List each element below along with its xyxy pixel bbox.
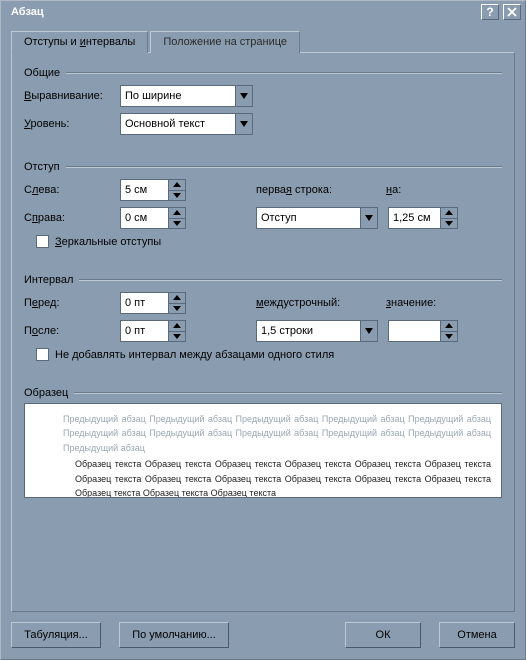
- checkbox-box: [36, 235, 49, 248]
- space-before-value: 0 пт: [120, 292, 168, 314]
- special-indent-label: первая строка:: [256, 184, 386, 196]
- help-button[interactable]: ?: [481, 4, 499, 20]
- preview-prev-paragraphs: Предыдущий абзац Предыдущий абзац Предыд…: [35, 412, 491, 455]
- spin-down-icon[interactable]: [441, 219, 457, 229]
- spin-up-icon[interactable]: [169, 208, 185, 219]
- spin-down-icon[interactable]: [169, 219, 185, 229]
- no-space-same-style-label: Не добавлять интервал между абзацами одн…: [55, 349, 334, 361]
- chevron-down-icon[interactable]: [360, 320, 378, 342]
- space-after-spinner[interactable]: 0 пт: [120, 320, 186, 342]
- close-button[interactable]: [503, 4, 521, 20]
- space-after-value: 0 пт: [120, 320, 168, 342]
- right-indent-value: 0 см: [120, 207, 168, 229]
- spin-up-icon[interactable]: [441, 208, 457, 219]
- alignment-value: По ширине: [120, 85, 235, 107]
- spin-up-icon[interactable]: [169, 321, 185, 332]
- dialog-body: Отступы и интервалы Положение на страниц…: [0, 22, 526, 660]
- tab-indents-and-spacing[interactable]: Отступы и интервалы: [11, 31, 148, 53]
- left-indent-spinner[interactable]: 5 см: [120, 179, 186, 201]
- right-indent-label: Справа:: [24, 212, 120, 224]
- line-spacing-label: междустрочный:: [256, 297, 386, 309]
- special-indent-value: Отступ: [256, 207, 360, 229]
- space-before-spinner[interactable]: 0 пт: [120, 292, 186, 314]
- chevron-down-icon[interactable]: [235, 85, 253, 107]
- cancel-button[interactable]: Отмена: [439, 622, 515, 648]
- special-by-label: на:: [386, 184, 420, 196]
- group-indentation: Отступ: [24, 161, 502, 173]
- mirror-indents-checkbox[interactable]: Зеркальные отступы: [36, 235, 161, 248]
- tab-strip: Отступы и интервалы Положение на страниц…: [11, 31, 515, 53]
- dialog-button-row: Табуляция... По умолчанию... ОК Отмена: [11, 622, 515, 648]
- spin-down-icon[interactable]: [441, 332, 457, 342]
- chevron-down-icon[interactable]: [235, 113, 253, 135]
- tab-panel: Общие Выравнивание: По ширине Уровень: О…: [11, 52, 515, 612]
- no-space-same-style-checkbox[interactable]: Не добавлять интервал между абзацами одн…: [36, 348, 334, 361]
- spin-up-icon[interactable]: [169, 180, 185, 191]
- default-button[interactable]: По умолчанию...: [119, 622, 229, 648]
- spin-up-icon[interactable]: [169, 293, 185, 304]
- close-icon: [507, 7, 517, 17]
- mirror-indents-label: Зеркальные отступы: [55, 236, 161, 248]
- spin-down-icon[interactable]: [169, 332, 185, 342]
- line-spacing-at-spinner[interactable]: [388, 320, 458, 342]
- ok-button[interactable]: ОК: [345, 622, 421, 648]
- space-before-label: Перед:: [24, 297, 120, 309]
- line-spacing-combo[interactable]: 1,5 строки: [256, 320, 378, 342]
- space-after-label: После:: [24, 325, 120, 337]
- spin-down-icon[interactable]: [169, 191, 185, 201]
- group-preview: Образец: [24, 387, 502, 399]
- title-bar: Абзац ?: [0, 0, 526, 22]
- line-spacing-at-value: [388, 320, 440, 342]
- outline-level-combo[interactable]: Основной текст: [120, 113, 253, 135]
- right-indent-spinner[interactable]: 0 см: [120, 207, 186, 229]
- window-title: Абзац: [11, 6, 477, 18]
- special-indent-combo[interactable]: Отступ: [256, 207, 378, 229]
- alignment-label: Выравнивание:: [24, 90, 120, 102]
- spin-down-icon[interactable]: [169, 304, 185, 314]
- left-indent-label: Слева:: [24, 184, 120, 196]
- preview-box: Предыдущий абзац Предыдущий абзац Предыд…: [24, 403, 502, 498]
- left-indent-value: 5 см: [120, 179, 168, 201]
- outline-level-label: Уровень:: [24, 118, 120, 130]
- tabs-button[interactable]: Табуляция...: [11, 622, 101, 648]
- checkbox-box: [36, 348, 49, 361]
- group-spacing: Интервал: [24, 274, 502, 286]
- line-spacing-at-label: значение:: [386, 297, 436, 309]
- special-by-value: 1,25 см: [388, 207, 440, 229]
- chevron-down-icon[interactable]: [360, 207, 378, 229]
- alignment-combo[interactable]: По ширине: [120, 85, 253, 107]
- outline-level-value: Основной текст: [120, 113, 235, 135]
- group-general: Общие: [24, 67, 502, 79]
- special-by-spinner[interactable]: 1,25 см: [388, 207, 458, 229]
- tab-line-and-page-breaks[interactable]: Положение на странице: [150, 31, 300, 53]
- spin-up-icon[interactable]: [441, 321, 457, 332]
- preview-sample-text: Образец текста Образец текста Образец те…: [35, 457, 491, 498]
- line-spacing-value: 1,5 строки: [256, 320, 360, 342]
